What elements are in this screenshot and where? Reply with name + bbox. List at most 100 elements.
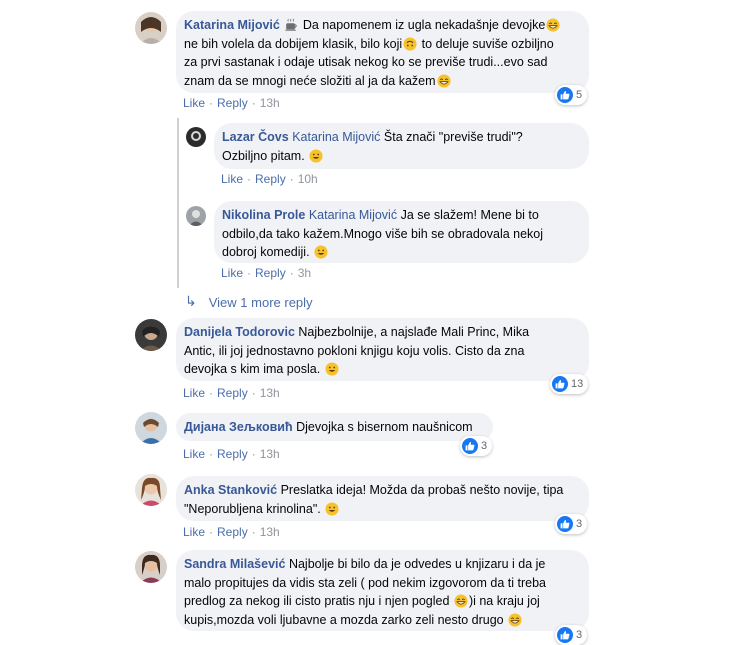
comment-author[interactable]: Danijela Todorovic xyxy=(184,325,295,339)
comment-text: Antic, ili joj jednostavno pokloni knjig… xyxy=(184,343,525,358)
comment-text: "Neporubljena krinolina". xyxy=(184,501,321,516)
smile-emoji-icon xyxy=(309,149,323,163)
smile-emoji-icon xyxy=(325,362,339,376)
comment-timestamp[interactable]: 13h xyxy=(260,386,280,400)
comment-timestamp[interactable]: 13h xyxy=(260,96,280,110)
comment-bubble: Anka Stanković Preslatka ideja! Možda da… xyxy=(176,476,589,521)
separator-dot: · xyxy=(251,447,256,461)
comment-text: Preslatka ideja! Možda da probaš nešto n… xyxy=(280,483,564,497)
comment-text: ne bih volela da dobijem klasik, bilo ko… xyxy=(184,36,403,51)
like-button[interactable]: Like xyxy=(221,266,243,280)
comment-text: Da napomenem iz ugla nekadašnje devojke xyxy=(302,18,546,32)
reaction-count[interactable]: 13 xyxy=(550,374,589,394)
like-thumb-icon xyxy=(557,627,573,643)
reaction-count-value: 3 xyxy=(576,629,583,641)
comment-text: predlog za nekog ili cisto pratis nju i … xyxy=(184,594,450,608)
comment-author[interactable]: Lazar Čovs xyxy=(222,130,289,144)
comment-timestamp[interactable]: 13h xyxy=(260,447,280,461)
comment-text: to deluje suviše ozbiljno xyxy=(421,36,554,51)
smile-emoji-icon xyxy=(314,245,328,259)
comment-actions: Like · Reply · 3h xyxy=(221,266,311,280)
like-thumb-icon xyxy=(462,438,478,454)
reply-button[interactable]: Reply xyxy=(217,447,248,461)
comment-text: )i na kraju joj xyxy=(468,594,540,608)
reaction-count-value: 3 xyxy=(576,518,583,530)
avatar[interactable] xyxy=(186,127,206,147)
separator-dot: · xyxy=(251,386,256,400)
like-thumb-icon xyxy=(557,87,573,103)
comment-bubble: Danijela Todorovic Najbezbolnije, a najs… xyxy=(176,318,589,381)
reply-button[interactable]: Reply xyxy=(255,172,286,186)
comment-text: Ja se slažem! Mene bi to xyxy=(400,208,539,222)
like-thumb-icon xyxy=(552,376,568,392)
comment-actions: Like · Reply · 13h xyxy=(183,525,280,539)
comment-timestamp[interactable]: 13h xyxy=(260,525,280,539)
like-button[interactable]: Like xyxy=(183,96,205,110)
avatar[interactable] xyxy=(135,474,167,506)
reaction-count[interactable]: 3 xyxy=(460,436,493,456)
comment-text: dobroj komediji. xyxy=(222,245,310,259)
smile-emoji-icon xyxy=(325,502,339,516)
comment-author[interactable]: Sandra Milašević xyxy=(184,557,285,571)
comment-timestamp[interactable]: 10h xyxy=(298,172,318,186)
comment-text: devojka s kim ima posla. xyxy=(184,362,321,376)
avatar[interactable] xyxy=(135,319,167,351)
reply-button[interactable]: Reply xyxy=(217,96,248,110)
comment-author[interactable]: Katarina Mijović xyxy=(184,18,280,32)
comment-text: znam da se mnogi neće složiti al ja da k… xyxy=(184,73,436,88)
comment-text: malo propitujes da vidis sta zeli ( pod … xyxy=(184,575,546,590)
comment-author[interactable]: Anka Stanković xyxy=(184,483,277,497)
comment-timestamp[interactable]: 3h xyxy=(298,266,311,280)
separator-dot: · xyxy=(247,266,252,280)
like-button[interactable]: Like xyxy=(183,525,205,539)
comment-text: kupis,mozda voli ljubavne a mozda zarko … xyxy=(184,612,504,627)
reaction-count-value: 5 xyxy=(576,89,583,101)
view-more-replies[interactable]: ↳ View 1 more reply xyxy=(185,294,313,310)
grin-emoji-icon xyxy=(508,613,522,627)
upside-down-emoji-icon xyxy=(403,37,417,51)
avatar[interactable] xyxy=(135,551,167,583)
separator-dot: · xyxy=(209,96,214,110)
grin-emoji-icon xyxy=(437,74,451,88)
mention-tag[interactable]: Katarina Mijović xyxy=(309,208,397,222)
reaction-count-value: 13 xyxy=(571,378,584,390)
comment-text: za prvi sastanak i odaje utisak nekog ko… xyxy=(184,55,548,69)
avatar[interactable] xyxy=(135,12,167,44)
comment-text: odbilo,da tako kažem.Mnogo više bih se o… xyxy=(222,226,544,241)
thread-line xyxy=(177,118,179,288)
like-button[interactable]: Like xyxy=(183,386,205,400)
separator-dot: · xyxy=(247,172,252,186)
comment-bubble: Nikolina Prole Katarina Mijović Ja se sl… xyxy=(214,201,589,263)
comment-author[interactable]: Nikolina Prole xyxy=(222,208,305,222)
comment-bubble: Дијана Зељковић Djevojka s bisernom nauš… xyxy=(176,413,493,441)
separator-dot: · xyxy=(289,172,294,186)
comment-author[interactable]: Дијана Зељковић xyxy=(184,420,293,434)
separator-dot: · xyxy=(209,525,214,539)
reaction-count[interactable]: 3 xyxy=(555,625,588,645)
grin-emoji-icon xyxy=(454,594,468,608)
comment-text: Djevojka s bisernom naušnicom xyxy=(296,420,473,434)
separator-dot: · xyxy=(251,525,256,539)
reaction-count-value: 3 xyxy=(481,440,488,452)
avatar[interactable] xyxy=(186,206,206,226)
separator-dot: · xyxy=(251,96,256,110)
like-button[interactable]: Like xyxy=(183,447,205,461)
separator-dot: · xyxy=(209,447,214,461)
reply-button[interactable]: Reply xyxy=(255,266,286,280)
comment-text: Ozbiljno pitam. xyxy=(222,148,305,163)
comment-actions: Like · Reply · 10h xyxy=(221,172,318,186)
mention-tag[interactable]: Katarina Mijović xyxy=(292,130,380,144)
reply-button[interactable]: Reply xyxy=(217,386,248,400)
reaction-count[interactable]: 3 xyxy=(555,514,588,534)
comment-bubble: Katarina Mijović Da napomenem iz ugla ne… xyxy=(176,11,589,93)
like-button[interactable]: Like xyxy=(221,172,243,186)
comment-text: Najbolje bi bilo da je odvedes u knjizar… xyxy=(288,557,546,571)
like-thumb-icon xyxy=(557,516,573,532)
comment-bubble: Sandra Milašević Najbolje bi bilo da je … xyxy=(176,550,589,631)
reaction-count[interactable]: 5 xyxy=(555,85,588,105)
reply-button[interactable]: Reply xyxy=(217,525,248,539)
view-more-label: View 1 more reply xyxy=(208,294,313,310)
separator-dot: · xyxy=(209,386,214,400)
grin-emoji-icon xyxy=(546,18,560,32)
avatar[interactable] xyxy=(135,412,167,444)
